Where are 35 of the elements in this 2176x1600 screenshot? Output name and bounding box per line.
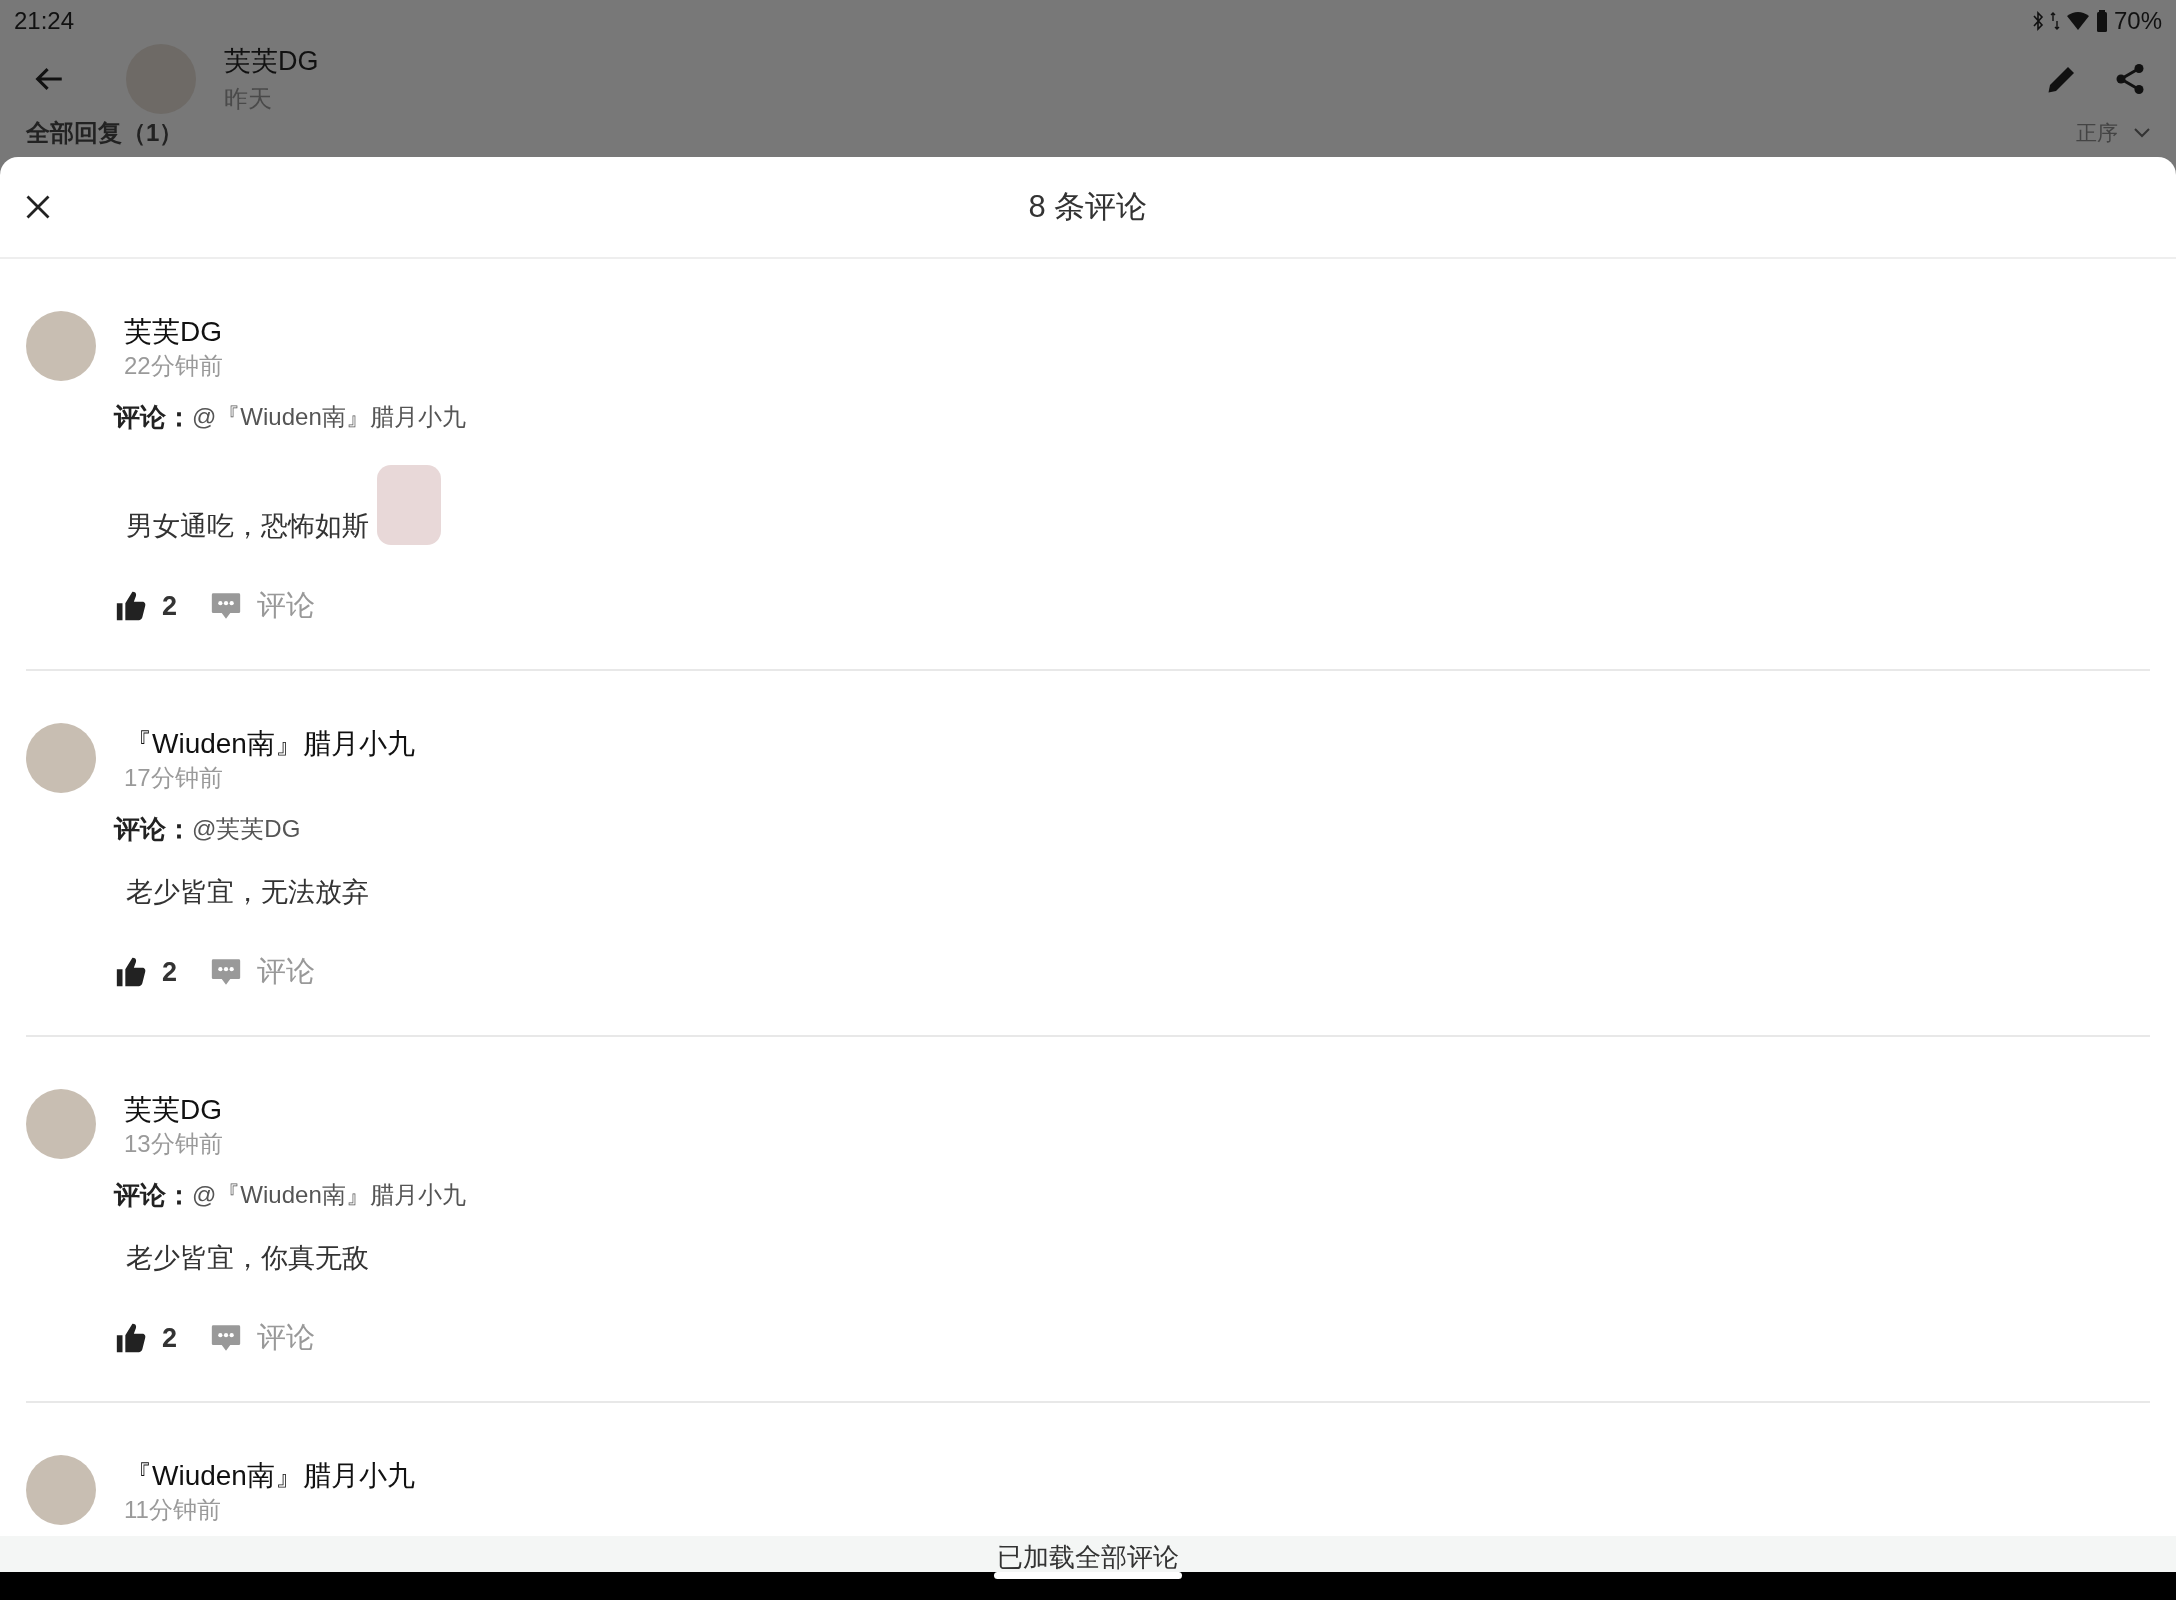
commenter-name[interactable]: 『Wiuden南』腊月小九: [124, 727, 415, 761]
comment-text: 老少皆宜，你真无敌: [126, 1242, 369, 1275]
reply-target[interactable]: @芙芙DG: [192, 811, 301, 847]
comment-time: 11分钟前: [124, 1495, 222, 1525]
battery-percentage: 70%: [2113, 7, 2162, 35]
data-arrows-icon: [2049, 11, 2060, 31]
reply-target[interactable]: @『Wiuden南』腊月小九: [192, 1177, 466, 1213]
comment-time: 13分钟前: [124, 1129, 223, 1159]
comment-text: 男女通吃，恐怖如斯: [126, 510, 369, 543]
wifi-icon: [2065, 11, 2090, 31]
like-count: 2: [162, 956, 178, 988]
thumbs-up-icon[interactable]: [114, 1321, 148, 1355]
commenter-name[interactable]: 『Wiuden南』腊月小九: [124, 1459, 415, 1493]
thumbs-up-icon[interactable]: [114, 955, 148, 989]
author-name: 芙芙DG: [224, 45, 319, 78]
comment-text: 老少皆宜，无法放弃: [126, 876, 369, 909]
replies-heading: 全部回复（1）: [26, 118, 184, 148]
sheet-title: 8 条评论: [1028, 188, 1148, 226]
bluetooth-icon: [2031, 11, 2044, 31]
reply-label: 评论：: [114, 1179, 192, 1212]
close-icon[interactable]: [24, 193, 52, 221]
like-count: 2: [162, 590, 178, 622]
status-time: 21:24: [14, 7, 75, 35]
commenter-name[interactable]: 芙芙DG: [124, 315, 223, 349]
thumbs-up-icon[interactable]: [114, 589, 148, 623]
battery-icon: [2095, 10, 2108, 32]
reply-label: 评论：: [114, 813, 192, 846]
chevron-down-icon: [2134, 128, 2150, 138]
reply-label: 评论：: [114, 401, 192, 434]
all-comments-loaded-text: 已加载全部评论: [997, 1542, 1179, 1572]
reply-target[interactable]: @『Wiuden南』腊月小九: [192, 399, 466, 435]
comment-time: 22分钟前: [124, 351, 223, 381]
like-count: 2: [162, 1322, 178, 1354]
comment-time: 17分钟前: [124, 763, 224, 793]
commenter-name[interactable]: 芙芙DG: [124, 1093, 223, 1127]
